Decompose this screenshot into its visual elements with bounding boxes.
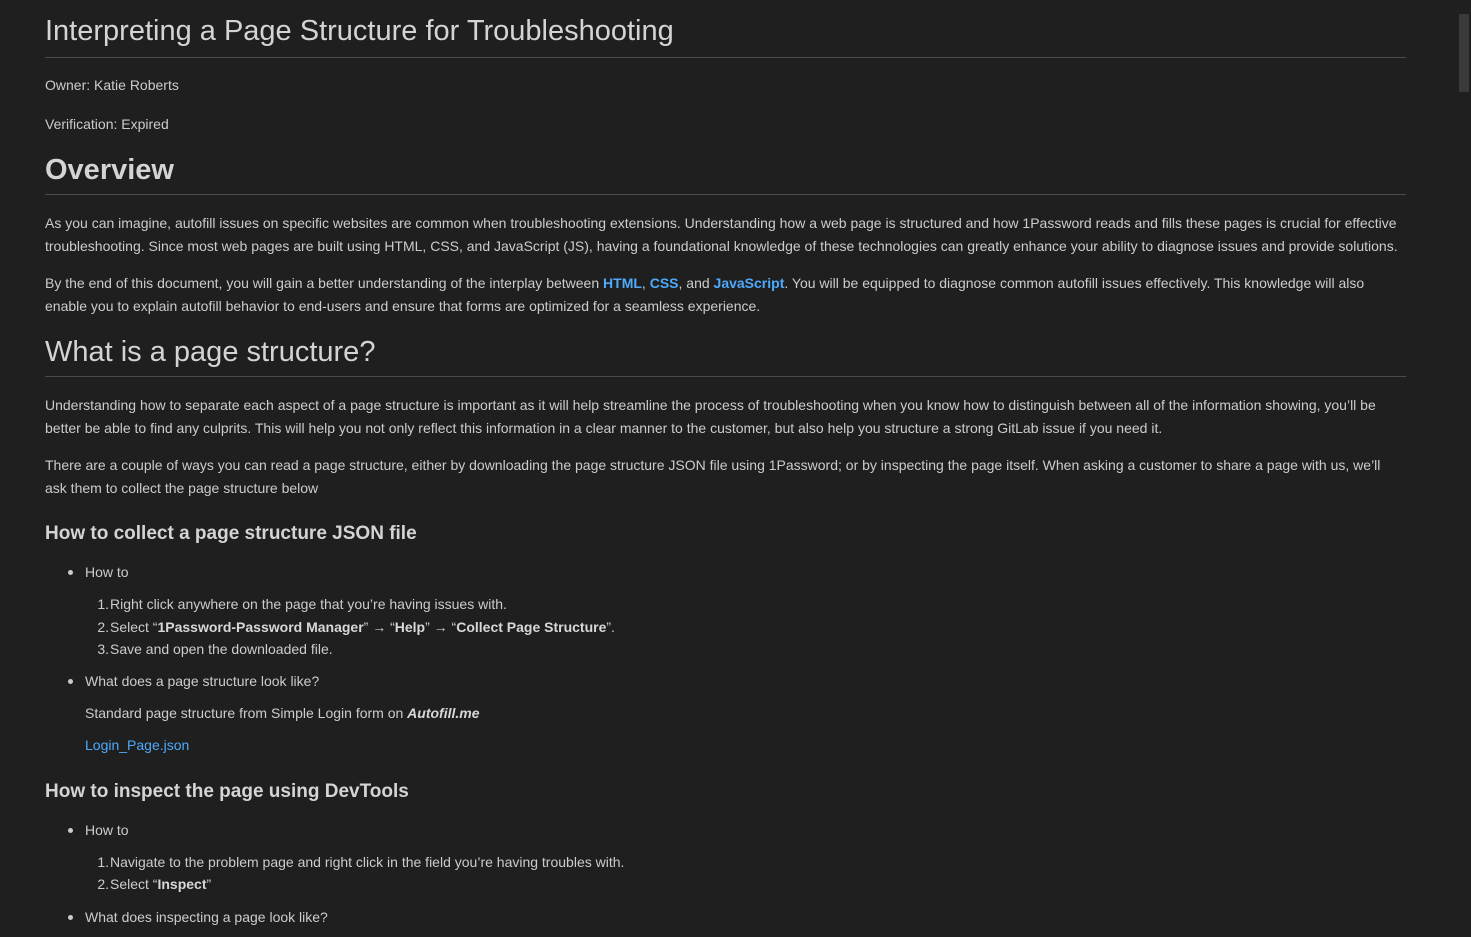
list-item: How to — [68, 564, 129, 580]
overview-heading: Overview — [45, 153, 1406, 195]
devtools-step-2-intro: Select “ — [110, 876, 158, 892]
collect-step-2-intro: Select “ — [110, 619, 158, 635]
login-page-json-attachment[interactable]: Login_Page.json — [85, 735, 189, 755]
page-title: Interpreting a Page Structure for Troubl… — [45, 14, 1406, 58]
page-structure-paragraph-1: Understanding how to separate each aspec… — [45, 397, 1376, 436]
collect-step-2-arrow-1: ” → “ — [363, 619, 395, 635]
verification-line: Verification: Expired — [45, 116, 169, 132]
autofill-me-site: Autofill.me — [407, 705, 480, 721]
overview-para2-intro: By the end of this document, you will ga… — [45, 275, 604, 291]
page-structure-heading: What is a page structure? — [45, 335, 1406, 377]
link-separator-2: , and — [678, 275, 714, 291]
page-structure-paragraph-2: There are a couple of ways you can read … — [45, 457, 1381, 496]
menu-help: Help — [394, 619, 426, 635]
devtools-step-2-end: ” — [206, 876, 212, 892]
collect-step-2-arrow-2: ” → “ — [425, 619, 457, 635]
overview-paragraph-2: By the end of this document, you will ga… — [45, 272, 1406, 317]
list-item: How to — [68, 822, 129, 838]
menu-inspect: Inspect — [157, 876, 207, 892]
html-link[interactable]: HTML — [603, 275, 642, 291]
menu-1password: 1Password-Password Manager — [157, 619, 364, 635]
list-item: 2. Select “1Password-Password Manager” → … — [97, 619, 615, 635]
link-separator-1: , — [641, 275, 650, 291]
standard-structure-caption: Standard page structure from Simple Logi… — [85, 703, 480, 723]
list-item: What does inspecting a page look like? — [68, 909, 328, 925]
css-link[interactable]: CSS — [650, 275, 679, 291]
list-item: 3. Save and open the downloaded file. — [97, 641, 333, 657]
devtools-step-1: Navigate to the problem page and right c… — [110, 854, 625, 870]
scrollbar-thumb[interactable] — [1459, 14, 1469, 92]
list-item: 1. Right click anywhere on the page that … — [97, 596, 507, 612]
collect-step-2-end: ”. — [606, 619, 615, 635]
owner-line: Owner: Katie Roberts — [45, 77, 179, 93]
collect-step-3: Save and open the downloaded file. — [110, 641, 333, 657]
list-item: 2. Select “Inspect” — [97, 876, 212, 892]
devtools-heading: How to inspect the page using DevTools — [45, 781, 409, 802]
overview-paragraph-1: As you can imagine, autofill issues on s… — [45, 215, 1398, 254]
standard-structure-text: Standard page structure from Simple Logi… — [85, 705, 408, 721]
collect-step-1: Right click anywhere on the page that yo… — [110, 596, 507, 612]
javascript-link[interactable]: JavaScript — [714, 275, 785, 291]
collect-json-heading: How to collect a page structure JSON fil… — [45, 523, 417, 544]
vertical-scrollbar[interactable] — [1457, 0, 1471, 937]
menu-collect-page-structure: Collect Page Structure — [456, 619, 607, 635]
login-page-json-link[interactable]: Login_Page.json — [85, 737, 189, 753]
list-item: 1. Navigate to the problem page and right… — [97, 854, 625, 870]
list-item: What does a page structure look like? — [67, 673, 320, 689]
